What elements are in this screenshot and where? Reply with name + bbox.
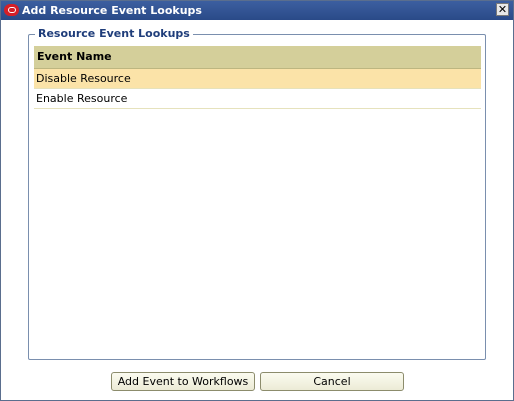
close-button[interactable]: ✕ [496, 3, 509, 16]
cancel-button[interactable]: Cancel [260, 372, 404, 391]
dialog-window: Add Resource Event Lookups ✕ Resource Ev… [0, 0, 514, 401]
title-bar[interactable]: Add Resource Event Lookups ✕ [1, 1, 513, 20]
table-row[interactable]: Enable Resource [34, 89, 481, 109]
window-title: Add Resource Event Lookups [22, 4, 202, 17]
group-label: Resource Event Lookups [35, 26, 193, 41]
events-table: Event Name Disable Resource Enable Resou… [34, 46, 481, 109]
column-header-event-name[interactable]: Event Name [34, 46, 481, 69]
app-logo-icon [4, 4, 19, 16]
add-event-to-workflows-button[interactable]: Add Event to Workflows [111, 372, 255, 391]
table-row[interactable]: Disable Resource [34, 69, 481, 89]
